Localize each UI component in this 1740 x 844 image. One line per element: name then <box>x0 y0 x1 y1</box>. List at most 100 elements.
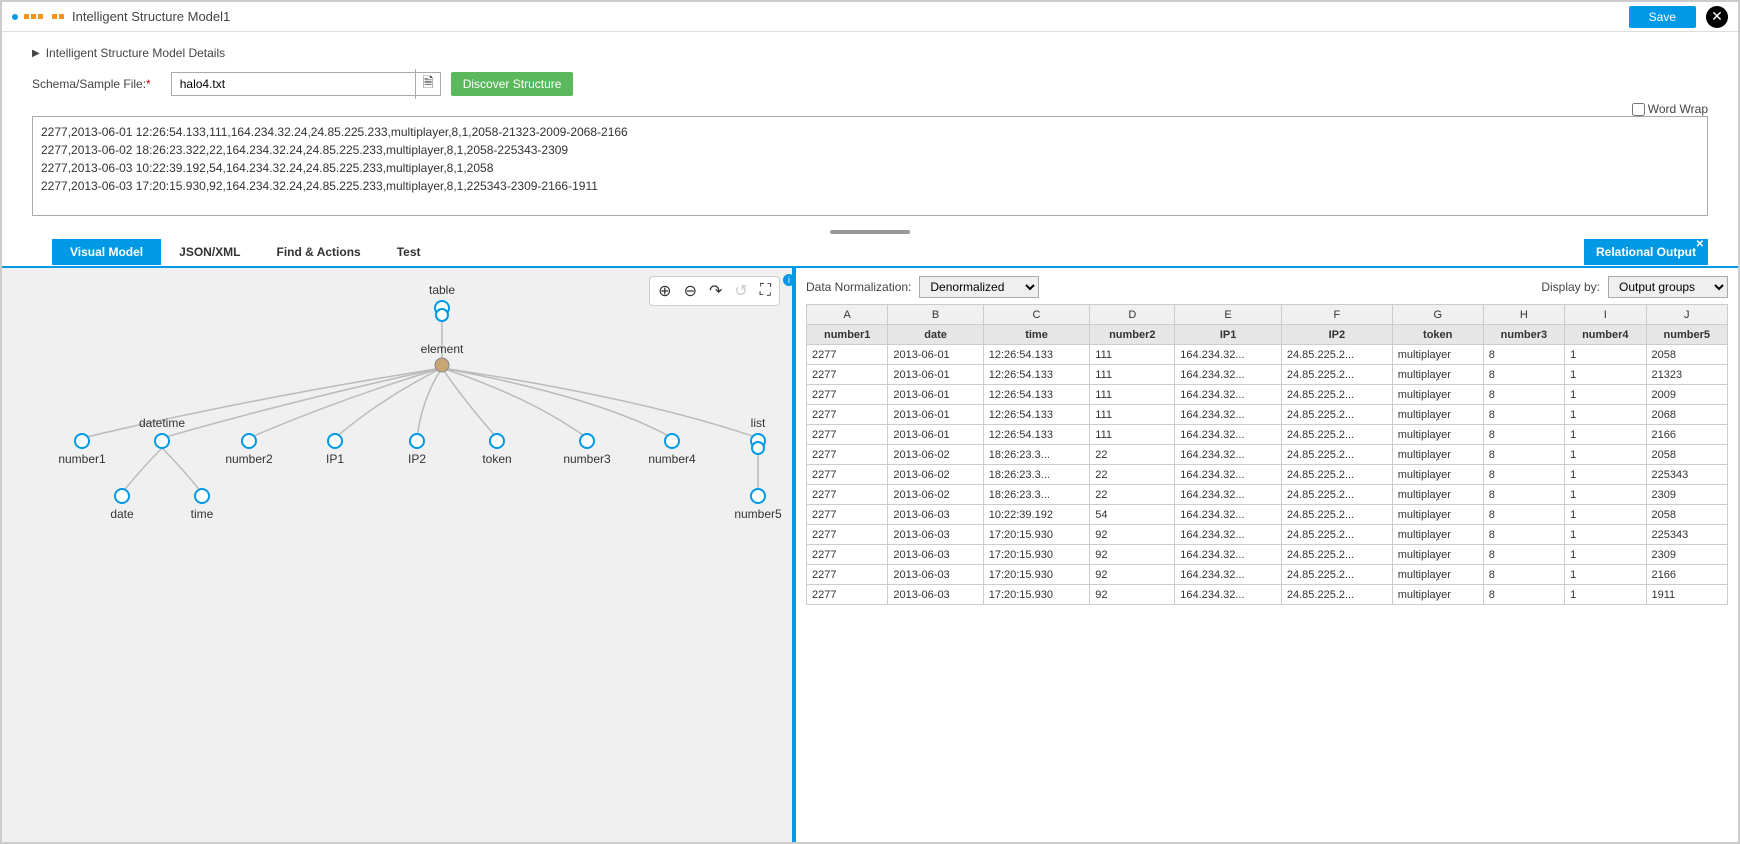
node-number4[interactable] <box>665 434 679 448</box>
zoom-in-icon[interactable]: ⊕ <box>658 281 671 301</box>
horizontal-splitter[interactable] <box>32 226 1708 238</box>
column-letter[interactable]: A <box>807 305 888 325</box>
cell[interactable]: 18:26:23.3... <box>983 485 1090 505</box>
cell[interactable]: 8 <box>1483 425 1564 445</box>
column-header[interactable]: IP2 <box>1281 325 1392 345</box>
tab-test[interactable]: Test <box>379 239 439 265</box>
tab-json-xml[interactable]: JSON/XML <box>161 239 258 265</box>
cell[interactable]: 164.234.32... <box>1175 405 1282 425</box>
column-header[interactable]: number4 <box>1565 325 1646 345</box>
cell[interactable]: 2277 <box>807 345 888 365</box>
cell[interactable]: multiplayer <box>1392 465 1483 485</box>
cell[interactable]: 22 <box>1090 445 1175 465</box>
cell[interactable]: 164.234.32... <box>1175 525 1282 545</box>
cell[interactable]: 2166 <box>1646 425 1728 445</box>
cell[interactable]: 2277 <box>807 485 888 505</box>
cell[interactable]: 164.234.32... <box>1175 545 1282 565</box>
cell[interactable]: 1 <box>1565 565 1646 585</box>
cell[interactable]: 12:26:54.133 <box>983 425 1090 445</box>
cell[interactable]: 8 <box>1483 345 1564 365</box>
cell[interactable]: 2013-06-03 <box>888 505 983 525</box>
cell[interactable]: 2277 <box>807 585 888 605</box>
cell[interactable]: 22 <box>1090 485 1175 505</box>
cell[interactable]: 1 <box>1565 505 1646 525</box>
cell[interactable]: 8 <box>1483 545 1564 565</box>
close-button[interactable]: ✕ <box>1706 6 1728 28</box>
cell[interactable]: 18:26:23.3... <box>983 465 1090 485</box>
cell[interactable]: multiplayer <box>1392 385 1483 405</box>
cell[interactable]: 8 <box>1483 505 1564 525</box>
node-number2[interactable] <box>242 434 256 448</box>
cell[interactable]: 17:20:15.930 <box>983 585 1090 605</box>
cell[interactable]: 8 <box>1483 365 1564 385</box>
cell[interactable]: 1 <box>1565 445 1646 465</box>
cell[interactable]: multiplayer <box>1392 365 1483 385</box>
cell[interactable]: 8 <box>1483 485 1564 505</box>
cell[interactable]: 2013-06-03 <box>888 545 983 565</box>
cell[interactable]: 24.85.225.2... <box>1281 545 1392 565</box>
cell[interactable]: 2309 <box>1646 485 1728 505</box>
cell[interactable]: 2068 <box>1646 405 1728 425</box>
cell[interactable]: multiplayer <box>1392 525 1483 545</box>
cell[interactable]: 92 <box>1090 565 1175 585</box>
cell[interactable]: 24.85.225.2... <box>1281 485 1392 505</box>
tab-find-actions[interactable]: Find & Actions <box>258 239 378 265</box>
cell[interactable]: 24.85.225.2... <box>1281 345 1392 365</box>
cell[interactable]: 2277 <box>807 525 888 545</box>
node-element[interactable] <box>435 358 449 372</box>
discover-button[interactable]: Discover Structure <box>451 72 574 96</box>
cell[interactable]: 2277 <box>807 365 888 385</box>
cell[interactable]: 164.234.32... <box>1175 425 1282 445</box>
column-letter[interactable]: B <box>888 305 983 325</box>
cell[interactable]: multiplayer <box>1392 545 1483 565</box>
column-letter[interactable]: C <box>983 305 1090 325</box>
cell[interactable]: 12:26:54.133 <box>983 365 1090 385</box>
table-row[interactable]: 22772013-06-0310:22:39.19254164.234.32..… <box>807 505 1728 525</box>
cell[interactable]: 54 <box>1090 505 1175 525</box>
cell[interactable]: multiplayer <box>1392 565 1483 585</box>
wordwrap-checkbox[interactable] <box>1632 103 1645 116</box>
cell[interactable]: 2277 <box>807 545 888 565</box>
cell[interactable]: 1 <box>1565 405 1646 425</box>
cell[interactable]: 111 <box>1090 405 1175 425</box>
cell[interactable]: 24.85.225.2... <box>1281 425 1392 445</box>
cell[interactable]: 2013-06-01 <box>888 345 983 365</box>
cell[interactable]: 24.85.225.2... <box>1281 405 1392 425</box>
table-row[interactable]: 22772013-06-0317:20:15.93092164.234.32..… <box>807 545 1728 565</box>
fit-icon[interactable]: ⛶ <box>760 282 771 300</box>
cell[interactable]: 2277 <box>807 385 888 405</box>
cell[interactable]: 2277 <box>807 565 888 585</box>
cell[interactable]: 225343 <box>1646 465 1728 485</box>
cell[interactable]: 2013-06-03 <box>888 525 983 545</box>
cell[interactable]: 111 <box>1090 365 1175 385</box>
cell[interactable]: 225343 <box>1646 525 1728 545</box>
cell[interactable]: 24.85.225.2... <box>1281 385 1392 405</box>
cell[interactable]: multiplayer <box>1392 505 1483 525</box>
table-row[interactable]: 22772013-06-0317:20:15.93092164.234.32..… <box>807 565 1728 585</box>
column-header[interactable]: number1 <box>807 325 888 345</box>
cell[interactable]: 12:26:54.133 <box>983 385 1090 405</box>
cell[interactable]: multiplayer <box>1392 585 1483 605</box>
cell[interactable]: 8 <box>1483 525 1564 545</box>
node-token[interactable] <box>490 434 504 448</box>
column-header[interactable]: time <box>983 325 1090 345</box>
table-row[interactable]: 22772013-06-0317:20:15.93092164.234.32..… <box>807 525 1728 545</box>
table-row[interactable]: 22772013-06-0112:26:54.133111164.234.32.… <box>807 405 1728 425</box>
zoom-out-icon[interactable]: ⊖ <box>684 281 697 301</box>
norm-select[interactable]: Denormalized <box>919 276 1039 298</box>
cell[interactable]: 21323 <box>1646 365 1728 385</box>
cell[interactable]: 17:20:15.930 <box>983 525 1090 545</box>
cell[interactable]: 164.234.32... <box>1175 345 1282 365</box>
column-header[interactable]: number2 <box>1090 325 1175 345</box>
cell[interactable]: 2277 <box>807 505 888 525</box>
cell[interactable]: 2013-06-01 <box>888 405 983 425</box>
visual-model-panel[interactable]: ⊕ ⊖ ↷ ↺ ⛶ i <box>2 268 796 842</box>
table-row[interactable]: 22772013-06-0218:26:23.3...22164.234.32.… <box>807 485 1728 505</box>
cell[interactable]: 2058 <box>1646 505 1728 525</box>
info-icon[interactable]: i <box>783 274 795 286</box>
cell[interactable]: 2013-06-03 <box>888 585 983 605</box>
column-letter[interactable]: H <box>1483 305 1564 325</box>
cell[interactable]: 8 <box>1483 585 1564 605</box>
cell[interactable]: multiplayer <box>1392 485 1483 505</box>
column-header[interactable]: token <box>1392 325 1483 345</box>
